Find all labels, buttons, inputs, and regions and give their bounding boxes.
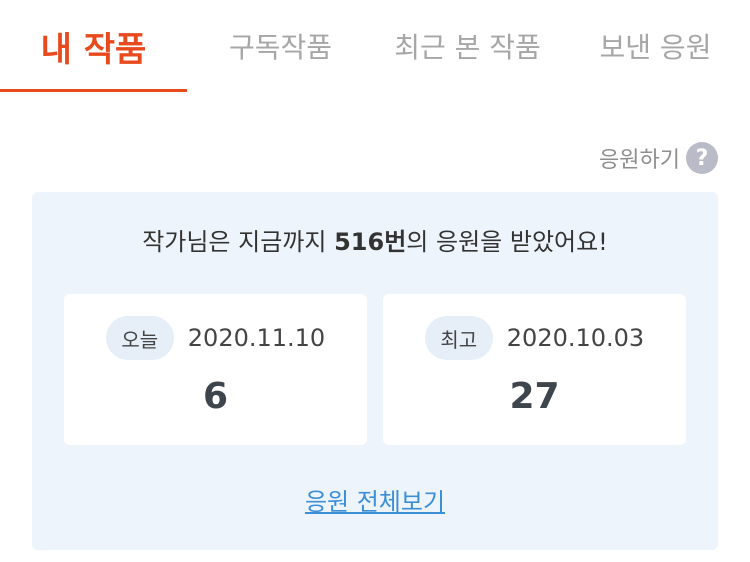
tab-subscribed-works[interactable]: 구독작품 bbox=[187, 0, 374, 92]
cheer-total-text: 작가님은 지금까지 516번의 응원을 받았어요! bbox=[32, 222, 718, 257]
summary-suffix: 의 응원을 받았어요! bbox=[406, 228, 608, 256]
summary-prefix: 작가님은 지금까지 bbox=[142, 228, 335, 256]
total-cheer-count: 516번 bbox=[334, 228, 407, 256]
tab-bar: 내 작품 구독작품 최근 본 작품 보낸 응원 bbox=[0, 0, 750, 92]
tab-my-works[interactable]: 내 작품 bbox=[0, 0, 187, 92]
best-cheer-count: 27 bbox=[509, 376, 560, 417]
tab-recently-viewed[interactable]: 최근 본 작품 bbox=[374, 0, 561, 92]
best-card-header: 최고 2020.10.03 bbox=[383, 316, 686, 360]
today-card-header: 오늘 2020.11.10 bbox=[64, 316, 367, 360]
tab-sent-cheers[interactable]: 보낸 응원 bbox=[561, 0, 750, 92]
question-icon[interactable]: ? bbox=[686, 142, 718, 174]
cheer-help-label: 응원하기 bbox=[599, 148, 680, 173]
today-cheer-count: 6 bbox=[202, 376, 229, 417]
today-cheer-card: 오늘 2020.11.10 6 bbox=[64, 294, 367, 445]
best-date: 2020.10.03 bbox=[506, 324, 645, 352]
cheer-summary-panel: 작가님은 지금까지 516번의 응원을 받았어요! 오늘 2020.11.10 … bbox=[32, 192, 718, 550]
best-badge: 최고 bbox=[424, 316, 493, 360]
best-cheer-card: 최고 2020.10.03 27 bbox=[383, 294, 686, 445]
today-date: 2020.11.10 bbox=[187, 324, 326, 352]
cheer-help-link[interactable]: 응원하기 ? bbox=[599, 140, 718, 176]
view-all-cheers-link[interactable]: 응원 전체보기 bbox=[32, 482, 718, 517]
today-badge: 오늘 bbox=[105, 316, 174, 360]
active-tab-indicator bbox=[0, 89, 187, 92]
